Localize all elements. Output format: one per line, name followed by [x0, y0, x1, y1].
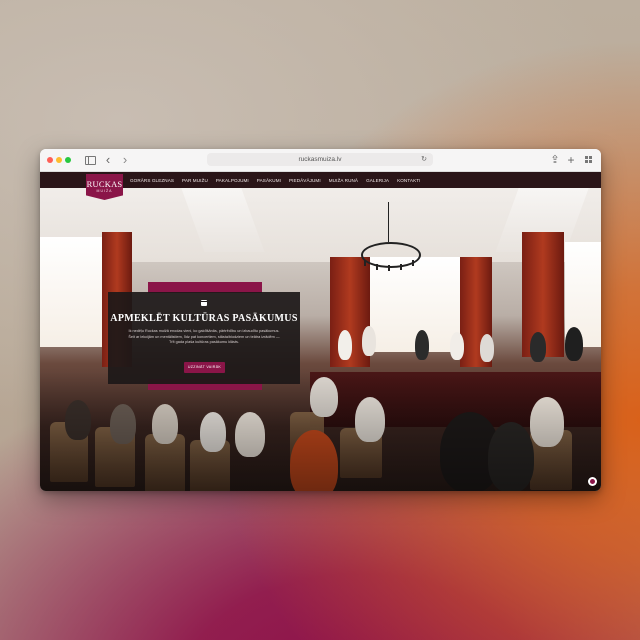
chandelier	[358, 202, 421, 272]
sidebar-icon[interactable]	[84, 153, 96, 167]
logo-main-text: RUCKAS	[86, 179, 123, 189]
address-bar[interactable]: ruckasmuiza.lv ↻	[207, 153, 433, 166]
chevron-right-icon[interactable]: ›	[120, 153, 130, 167]
site-logo[interactable]: RUCKAS MUIŽA	[86, 174, 123, 200]
events-cta-card: APMEKLĒT KULTŪRAS PASĀKUMUS Ik nedēļu Ru…	[108, 292, 300, 384]
web-page: GORĀRS GLEZNAS PAR MUIŽU PAKALPOJUMI PAS…	[40, 172, 601, 491]
close-window-button[interactable]	[47, 157, 53, 163]
url-text: ruckasmuiza.lv	[298, 156, 342, 163]
calendar-icon	[201, 300, 207, 306]
nav-item-pakalpojumi[interactable]: PAKALPOJUMI	[216, 178, 249, 183]
reload-icon[interactable]: ↻	[421, 153, 427, 166]
share-icon[interactable]: ⇪	[550, 153, 560, 167]
learn-more-button[interactable]: UZZINĀT VAIRĀK	[184, 362, 225, 373]
zoom-window-button[interactable]	[65, 157, 71, 163]
cta-title: APMEKLĒT KULTŪRAS PASĀKUMUS	[110, 313, 298, 324]
main-menu: GORĀRS GLEZNAS PAR MUIŽU PAKALPOJUMI PAS…	[130, 172, 429, 188]
plus-icon[interactable]: +	[566, 153, 576, 167]
nav-item-gorars-gleznas[interactable]: GORĀRS GLEZNAS	[130, 178, 174, 183]
cta-description: Ik nedēļu Ruckas muižā enodas vieni, ko …	[128, 329, 280, 345]
nav-item-galerija[interactable]: GALERIJA	[366, 178, 389, 183]
tab-overview-icon[interactable]	[583, 153, 593, 167]
nav-item-pasakumi[interactable]: PASĀKUMI	[257, 178, 281, 183]
nav-item-piedavajumi[interactable]: PIEDĀVĀJUMI	[289, 178, 321, 183]
browser-window: ‹ › ruckasmuiza.lv ↻ ⇪ + GORĀRS GLEZNAS …	[40, 149, 601, 491]
site-navbar: GORĀRS GLEZNAS PAR MUIŽU PAKALPOJUMI PAS…	[40, 172, 601, 188]
chevron-left-icon[interactable]: ‹	[103, 153, 113, 167]
nav-item-muiza-runa[interactable]: MUIŽA RUNĀ	[329, 178, 358, 183]
nav-item-kontakti[interactable]: KONTAKTI	[397, 178, 420, 183]
nav-item-par-muizu[interactable]: PAR MUIŽU	[182, 178, 208, 183]
browser-toolbar: ‹ › ruckasmuiza.lv ↻ ⇪ +	[40, 149, 601, 172]
chat-icon[interactable]	[588, 477, 597, 486]
minimize-window-button[interactable]	[56, 157, 62, 163]
logo-sub-text: MUIŽA	[96, 189, 113, 193]
